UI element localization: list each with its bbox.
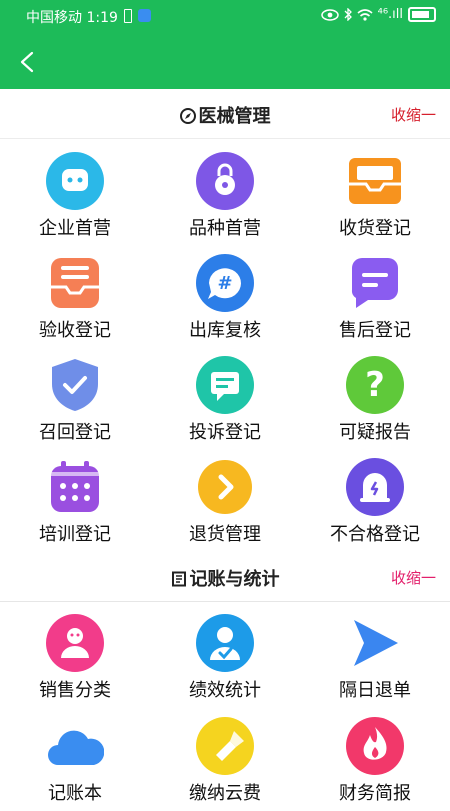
grid-item-label: 召回登记 xyxy=(39,422,111,443)
checklist-tray-icon xyxy=(51,258,99,308)
grid-item-label: 企业首营 xyxy=(39,218,111,239)
charging-icon xyxy=(124,9,132,23)
grid-item[interactable]: 绩效统计 xyxy=(150,608,300,708)
grid-item[interactable]: 缴纳云费 xyxy=(150,711,300,811)
calendar-icon xyxy=(51,461,99,512)
status-bar: 中国移动 1:19 ⁴⁶.ıll xyxy=(0,0,450,32)
send-arrow-icon xyxy=(354,620,398,666)
grid-item-label: 绩效统计 xyxy=(189,680,261,701)
hashtag-chat-icon: # xyxy=(196,254,254,312)
grid-item-label: 财务简报 xyxy=(339,783,411,804)
grid-item-label: 投诉登记 xyxy=(189,422,261,443)
arrow-right-icon xyxy=(198,460,252,514)
grid-item-label: 缴纳云费 xyxy=(189,783,261,804)
grid-item-label: 退货管理 xyxy=(189,524,261,545)
grid-item-label: 出库复核 xyxy=(189,320,261,341)
ledger-icon xyxy=(171,571,186,587)
grid-item[interactable]: 财务简报 xyxy=(300,711,450,811)
bluetooth-icon xyxy=(344,8,352,21)
grid-item[interactable]: 企业首营 xyxy=(0,146,150,246)
message-doc-icon xyxy=(196,356,254,414)
flame-icon xyxy=(346,717,404,775)
eye-icon xyxy=(320,8,339,21)
svg-text:#: # xyxy=(217,273,232,294)
app-header: 中国移动 1:19 ⁴⁶.ıll xyxy=(0,0,450,89)
question-icon: ? xyxy=(346,356,404,414)
grid-item-label: 验收登记 xyxy=(39,320,111,341)
section-header-accounting: 记账与统计 收缩一 xyxy=(0,553,450,602)
section-header-device: 医械管理 收缩一 xyxy=(0,90,450,139)
chat-bubble-icon xyxy=(46,152,104,210)
grid-item[interactable]: 验收登记 xyxy=(0,248,150,348)
section-title: 记账与统计 xyxy=(0,565,450,591)
svg-text:?: ? xyxy=(365,365,385,405)
grid-item-label: 品种首营 xyxy=(189,218,261,239)
signal-text: ⁴⁶.ıll xyxy=(377,7,403,22)
grid-item[interactable]: 记账本 xyxy=(0,711,150,811)
grid-item-label: 不合格登记 xyxy=(330,524,420,545)
grid-item[interactable]: 售后登记 xyxy=(300,248,450,348)
status-carrier-time: 中国移动 1:19 xyxy=(26,10,118,26)
wifi-icon xyxy=(357,8,373,21)
grid-item[interactable]: 投诉登记 xyxy=(150,350,300,450)
grid-item[interactable]: 收货登记 xyxy=(300,146,450,246)
inbox-tray-icon xyxy=(349,158,401,204)
grid-item[interactable]: 召回登记 xyxy=(0,350,150,450)
grid-item-label: 记账本 xyxy=(48,783,102,804)
person-icon xyxy=(46,614,104,672)
flashlight-icon xyxy=(196,717,254,775)
compass-icon xyxy=(179,108,196,124)
grid-item[interactable]: 培训登记 xyxy=(0,452,150,552)
battery-icon xyxy=(408,7,436,22)
grid-item[interactable]: 不合格登记 xyxy=(300,452,450,552)
person-check-icon xyxy=(196,614,254,672)
message-lines-icon xyxy=(351,258,398,308)
alarm-bell-icon xyxy=(346,458,404,516)
back-arrow-icon[interactable] xyxy=(14,48,42,76)
grid-item-label: 培训登记 xyxy=(39,524,111,545)
notification-app-icon xyxy=(138,9,151,22)
grid-item-label: 收货登记 xyxy=(339,218,411,239)
collapse-toggle[interactable]: 收缩一 xyxy=(391,104,436,125)
collapse-toggle[interactable]: 收缩一 xyxy=(391,567,436,588)
grid-item[interactable]: # 出库复核 xyxy=(150,248,300,348)
grid-item-label: 可疑报告 xyxy=(339,422,411,443)
padlock-icon xyxy=(196,152,254,210)
grid-item-label: 售后登记 xyxy=(339,320,411,341)
grid-item[interactable]: ? 可疑报告 xyxy=(300,350,450,450)
grid-item-label: 隔日退单 xyxy=(339,680,411,701)
grid-item[interactable]: 品种首营 xyxy=(150,146,300,246)
grid-item[interactable]: 隔日退单 xyxy=(300,608,450,708)
status-right: ⁴⁶.ıll xyxy=(320,7,436,22)
grid-item[interactable]: 销售分类 xyxy=(0,608,150,708)
section-title: 医械管理 xyxy=(0,102,450,128)
grid-item-label: 销售分类 xyxy=(39,680,111,701)
grid-item[interactable]: 退货管理 xyxy=(150,452,300,552)
shield-check-icon xyxy=(52,359,98,411)
cloud-icon xyxy=(48,730,104,765)
